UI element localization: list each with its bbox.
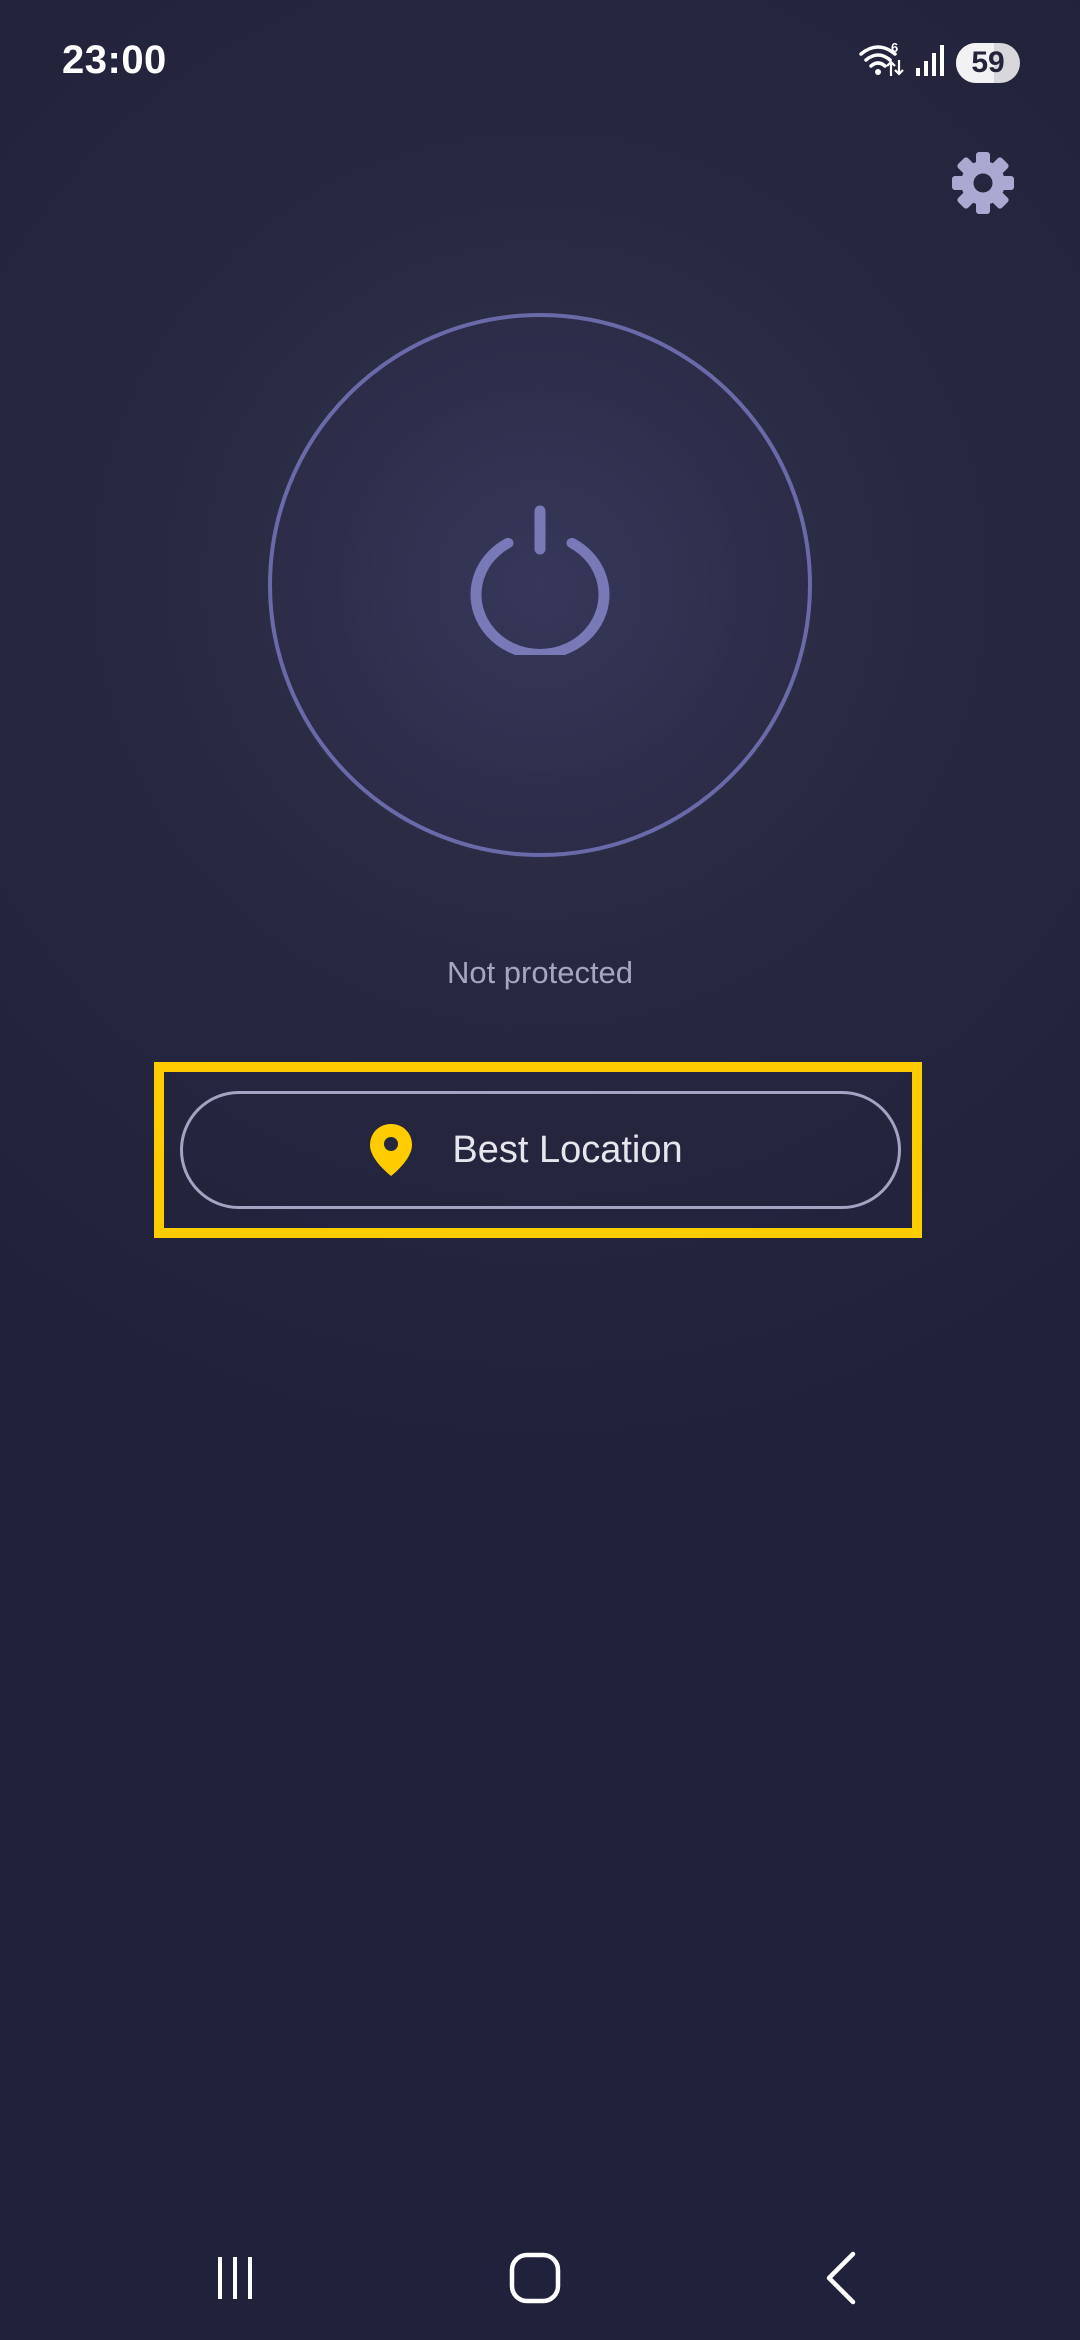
location-pin-icon <box>368 1122 414 1178</box>
power-icon <box>467 505 613 660</box>
recents-button[interactable] <box>195 2240 275 2320</box>
battery-indicator: 59 <box>956 42 1020 83</box>
wifi-icon: 6 <box>858 40 904 85</box>
connection-status-text: Not protected <box>446 955 634 990</box>
recents-icon <box>210 2253 260 2308</box>
back-button[interactable] <box>800 2240 880 2320</box>
status-icons: 6 59 <box>858 40 1020 85</box>
home-icon <box>507 2250 563 2311</box>
status-bar: 23:00 6 59 <box>0 0 1080 130</box>
status-time: 23:00 <box>62 38 167 82</box>
best-location-button[interactable]: Best Location <box>180 1091 901 1209</box>
system-nav-bar <box>0 2220 1080 2340</box>
battery-level: 59 <box>971 45 1005 79</box>
gear-icon <box>950 152 1016 220</box>
settings-button[interactable] <box>950 150 1016 216</box>
svg-text:6: 6 <box>891 40 898 55</box>
home-button[interactable] <box>495 2240 575 2320</box>
location-label: Best Location <box>452 1128 683 1171</box>
signal-icon <box>914 42 946 83</box>
back-icon <box>815 2250 865 2311</box>
